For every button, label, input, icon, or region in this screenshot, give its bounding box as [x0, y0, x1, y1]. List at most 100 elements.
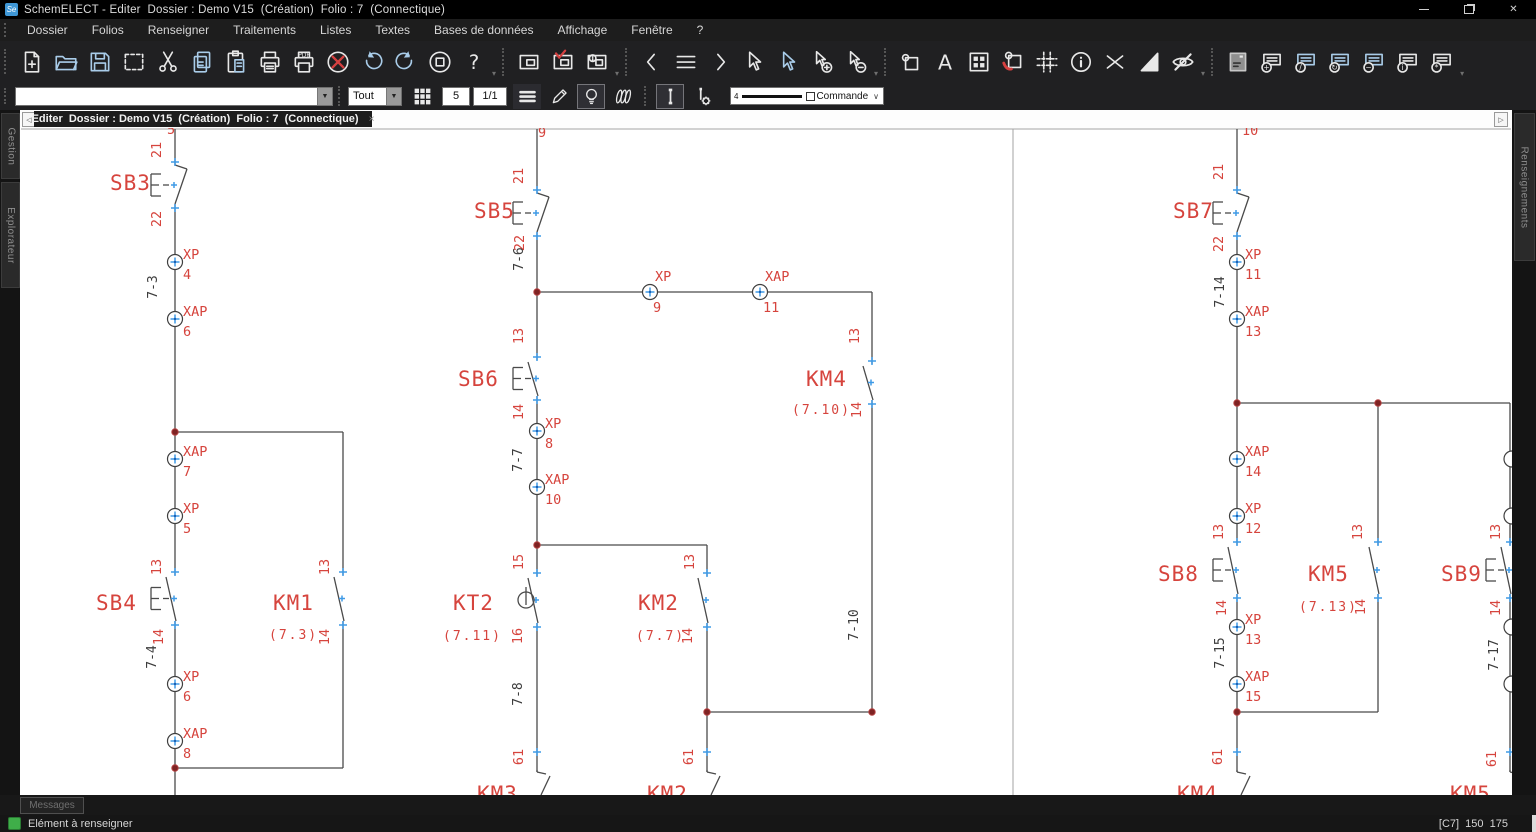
bubble-add-button[interactable]: +: [1256, 46, 1288, 78]
menu-item-listes[interactable]: Listes: [308, 19, 363, 41]
highlight-button[interactable]: [577, 84, 605, 109]
chevron-down-icon[interactable]: ▼: [317, 88, 332, 105]
messages-tab[interactable]: Messages: [20, 797, 84, 814]
symbol-flag-button[interactable]: [997, 46, 1029, 78]
contact-KM2[interactable]: KM2(7.7)1314: [636, 554, 711, 644]
restore-button[interactable]: [1446, 0, 1491, 19]
paste-button[interactable]: [220, 46, 252, 78]
menu-item-affichage[interactable]: Affichage: [545, 19, 619, 41]
grid-button[interactable]: [1031, 46, 1063, 78]
help-button[interactable]: ?: [458, 46, 490, 78]
coil-stub-KM3[interactable]: 61KM3: [477, 748, 550, 795]
contact-KM5[interactable]: KM5(7.13)1314: [1299, 524, 1382, 615]
bubble-settings-button[interactable]: *: [1426, 46, 1458, 78]
toolbar-grip[interactable]: [4, 88, 11, 105]
redo-button[interactable]: [390, 46, 422, 78]
close-button[interactable]: ✕: [1491, 0, 1536, 19]
save-button[interactable]: [84, 46, 116, 78]
toolbar-overflow-icon[interactable]: ▾: [492, 69, 496, 78]
tab-scroll-right-button[interactable]: ▷: [1494, 112, 1508, 127]
tab-close-icon[interactable]: ×: [369, 114, 375, 125]
open-folder-button[interactable]: [50, 46, 82, 78]
selection-button[interactable]: [118, 46, 150, 78]
menu-item-folios[interactable]: Folios: [80, 19, 136, 41]
window-preview-button[interactable]: [513, 46, 545, 78]
coil-stub-KM5[interactable]: 61KM5: [1450, 748, 1512, 795]
schematic-canvas[interactable]: SB32122SB52122SB72122SB41314KM1(7.3)1314…: [20, 128, 1512, 795]
minimize-button[interactable]: [1401, 0, 1446, 19]
wire-tool-button[interactable]: [656, 84, 684, 109]
menu-item-bases-de-donn-es[interactable]: Bases de données: [422, 19, 545, 41]
bubble-info-button[interactable]: i: [1392, 46, 1424, 78]
toolbar-grip[interactable]: [4, 23, 11, 36]
dock-tab-gestion[interactable]: Gestion: [1, 113, 20, 179]
measure-button[interactable]: [1133, 46, 1165, 78]
connector-XAP-10[interactable]: XAP10: [530, 472, 570, 508]
information-button[interactable]: [1065, 46, 1097, 78]
bubble-refresh-button[interactable]: ↻: [1324, 46, 1356, 78]
cursor-remove-button[interactable]: [840, 46, 872, 78]
bubble-remove-button[interactable]: −: [1358, 46, 1390, 78]
note-button[interactable]: [1222, 46, 1254, 78]
menu-item-dossier[interactable]: Dossier: [15, 19, 80, 41]
page-field[interactable]: 1/1: [473, 87, 507, 106]
delete-button[interactable]: [322, 46, 354, 78]
contact-KT2[interactable]: KT2(7.11)1516: [443, 554, 541, 644]
print-pdf-button[interactable]: PDF: [288, 46, 320, 78]
connector-XAP-8[interactable]: XAP8: [168, 726, 208, 762]
filter-combobox[interactable]: ▼: [15, 87, 333, 106]
text-button[interactable]: A: [929, 46, 961, 78]
connector-XP-6[interactable]: XP6: [168, 669, 200, 705]
window-info-button[interactable]: [581, 46, 613, 78]
bubble-edit-button[interactable]: /: [1290, 46, 1322, 78]
line-style-combobox[interactable]: 4 Commande ∨: [730, 87, 884, 105]
menu-item-traitements[interactable]: Traitements: [221, 19, 308, 41]
dock-tab-renseignements[interactable]: Renseignements: [1514, 113, 1535, 261]
connector-XAP-14[interactable]: XAP14: [1230, 444, 1270, 480]
connector-XP-12[interactable]: XP12: [1230, 501, 1262, 537]
connector-XP-13[interactable]: XP13: [1230, 612, 1262, 648]
symbol-button[interactable]: [895, 46, 927, 78]
cursor-button[interactable]: [738, 46, 770, 78]
nav-list-button[interactable]: [670, 46, 702, 78]
connector-XAP-15[interactable]: XAP15: [1230, 669, 1270, 705]
undo-button[interactable]: [356, 46, 388, 78]
connector-XP-5[interactable]: XP5: [168, 501, 200, 537]
connector-XP-4[interactable]: XP4: [168, 247, 200, 283]
wire-settings-button[interactable]: [688, 84, 716, 109]
nav-previous-button[interactable]: [636, 46, 668, 78]
grid-step-field[interactable]: 5: [442, 87, 470, 106]
resize-grip[interactable]: [1532, 815, 1536, 832]
cross-button[interactable]: [1099, 46, 1131, 78]
connector-XAP-7[interactable]: XAP7: [168, 444, 208, 480]
contact-KM1[interactable]: KM1(7.3)1314: [269, 559, 347, 645]
draw-mode-button[interactable]: [545, 84, 573, 109]
grid-symbol-button[interactable]: [963, 46, 995, 78]
window-validate-button[interactable]: [547, 46, 579, 78]
cut-button[interactable]: [152, 46, 184, 78]
scope-combobox[interactable]: Tout ▼: [348, 87, 402, 106]
menu-item-?[interactable]: ?: [685, 19, 716, 41]
cables-button[interactable]: [609, 84, 637, 109]
contact-SB5[interactable]: SB52122: [474, 168, 549, 251]
toolbar-grip[interactable]: [4, 49, 11, 74]
dock-tab-explorateur[interactable]: Explorateur: [1, 182, 20, 288]
toolbar-overflow-icon[interactable]: ▾: [615, 69, 619, 78]
contact-SB4[interactable]: SB41314: [96, 559, 179, 645]
toolbar-overflow-icon[interactable]: ▾: [1201, 69, 1205, 78]
contact-KM4[interactable]: KM4(7.10)1314: [792, 328, 876, 418]
connector-XP-8[interactable]: XP8: [530, 416, 562, 452]
connector-XP-11[interactable]: XP11: [1230, 247, 1262, 283]
coil-stub-KM2[interactable]: 61KM2: [647, 748, 720, 795]
toolbar-overflow-icon[interactable]: ▾: [1460, 69, 1464, 78]
cursor-add-button[interactable]: [806, 46, 838, 78]
grid-display-button[interactable]: [408, 84, 436, 109]
coil-stub-KM4[interactable]: 61KM4: [1177, 748, 1250, 795]
nav-next-button[interactable]: [704, 46, 736, 78]
menu-item-fen-tre[interactable]: Fenêtre: [619, 19, 684, 41]
stop-record-button[interactable]: [424, 46, 456, 78]
chevron-down-icon[interactable]: ▼: [386, 88, 401, 105]
menu-item-textes[interactable]: Textes: [363, 19, 422, 41]
connector-XAP-6[interactable]: XAP6: [168, 304, 208, 340]
new-document-button[interactable]: [16, 46, 48, 78]
